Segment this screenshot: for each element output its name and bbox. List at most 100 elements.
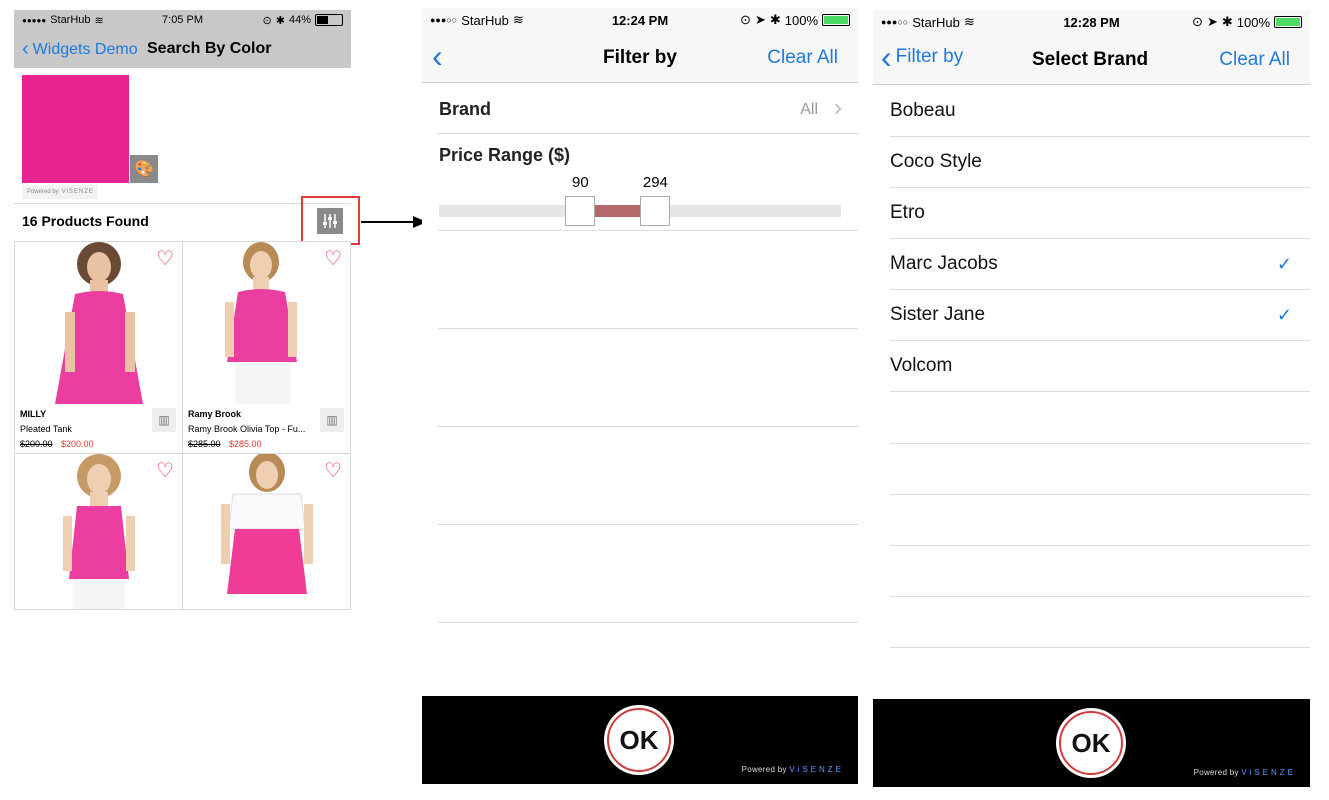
powered-brand-label: ViSENZE xyxy=(789,765,844,774)
alarm-icon: ⊙ xyxy=(1192,14,1203,29)
slider-max-thumb[interactable] xyxy=(640,196,671,226)
compare-button[interactable]: ▥ xyxy=(320,408,344,432)
ok-label: OK xyxy=(619,724,659,755)
product-card[interactable]: ♡ xyxy=(182,453,351,610)
brand-filter-row[interactable]: Brand All › xyxy=(438,84,858,134)
powered-by-badge: Powered by ViSENZE xyxy=(1194,768,1296,777)
powered-by-badge: Powered by ViSENZE xyxy=(742,765,844,774)
slider-min-thumb[interactable] xyxy=(565,196,596,226)
brand-option[interactable]: Sister Jane ✓ xyxy=(890,290,1310,341)
chevron-left-icon: ‹ xyxy=(881,39,892,75)
back-button[interactable]: ‹ Filter by xyxy=(881,39,964,75)
brand-option-label: Etro xyxy=(890,202,925,223)
product-card[interactable]: ♡ xyxy=(14,453,183,610)
signal-dots: ●●●●● xyxy=(22,15,47,25)
product-brand: MILLY xyxy=(20,409,47,419)
empty-row xyxy=(438,231,858,329)
heart-icon[interactable]: ♡ xyxy=(156,246,174,271)
results-count: 16 Products Found xyxy=(22,213,149,229)
nav-bar: ‹ Widgets Demo Search By Color xyxy=(14,30,351,68)
back-button[interactable]: ‹ Widgets Demo xyxy=(22,38,138,61)
product-card[interactable]: ♡ Ramy Brook Ramy Brook Olivia Top - Fu.… xyxy=(182,241,351,454)
alarm-icon: ⊙ xyxy=(262,14,272,27)
carrier-label: StarHub xyxy=(912,14,960,30)
arrow-right-icon xyxy=(361,216,427,228)
footer-bar: OK Powered by ViSENZE xyxy=(422,696,858,784)
brand-value: All xyxy=(800,101,818,118)
location-icon: ➤ xyxy=(754,12,766,27)
carrier-label: StarHub xyxy=(50,14,91,26)
brand-option-label: Sister Jane xyxy=(890,304,986,325)
map-icon: ▥ xyxy=(326,413,338,427)
product-name: Pleated Tank xyxy=(20,424,72,434)
empty-row xyxy=(438,427,858,525)
brand-option[interactable]: Volcom xyxy=(890,341,1310,392)
battery-percent: 100% xyxy=(784,12,818,28)
brand-option[interactable]: Coco Style xyxy=(890,137,1310,188)
ok-label: OK xyxy=(1071,727,1111,758)
powered-brand-label: ViSENZE xyxy=(1241,768,1296,777)
slider-range-fill xyxy=(595,205,641,217)
page-title: Search By Color xyxy=(147,40,272,57)
brand-option[interactable]: Bobeau xyxy=(890,86,1310,137)
page-title: Select Brand xyxy=(1032,49,1149,70)
wifi-icon: ≋ xyxy=(512,12,524,27)
brand-option[interactable]: Marc Jacobs ✓ xyxy=(890,239,1310,290)
powered-by-label: Powered by xyxy=(1193,768,1239,777)
brand-option[interactable]: Etro xyxy=(890,188,1310,239)
empty-row xyxy=(890,546,1310,597)
status-bar: ●●●●● StarHub ≋ 7:05 PM ⊙ ✱ 44% xyxy=(14,10,351,30)
nav-bar: ‹ Filter by Clear All xyxy=(422,32,858,83)
bluetooth-icon: ✱ xyxy=(769,12,781,27)
palette-icon: 🎨 xyxy=(134,161,154,178)
back-label: Filter by xyxy=(895,46,964,67)
product-old-price: $200.00 xyxy=(20,439,53,449)
clear-all-button[interactable]: Clear All xyxy=(1219,49,1290,71)
heart-icon[interactable]: ♡ xyxy=(324,246,342,271)
map-icon: ▥ xyxy=(158,413,170,427)
product-old-price: $285.00 xyxy=(188,439,221,449)
empty-row xyxy=(438,525,858,623)
product-price: $285.00 xyxy=(229,439,262,449)
clear-all-button[interactable]: Clear All xyxy=(767,47,838,69)
bluetooth-icon: ✱ xyxy=(1221,14,1233,29)
checkmark-icon: ✓ xyxy=(1276,253,1292,274)
battery-icon xyxy=(822,14,850,26)
price-range-label: Price Range ($) xyxy=(439,145,571,165)
chevron-right-icon: › xyxy=(834,94,842,121)
empty-row xyxy=(890,444,1310,495)
highlight-box xyxy=(301,196,360,245)
price-slider[interactable]: 90 294 xyxy=(439,172,841,230)
brand-option-label: Volcom xyxy=(890,355,953,376)
ok-button[interactable]: OK xyxy=(1059,711,1123,775)
battery-percent: 44% xyxy=(288,14,311,26)
compare-button[interactable]: ▥ xyxy=(152,408,176,432)
signal-dots: ●●●○○ xyxy=(430,15,458,25)
ok-button[interactable]: OK xyxy=(607,708,671,772)
product-card[interactable]: ♡ MILLY Pleated Tank $200.00 $200.00 ▥ xyxy=(14,241,183,454)
status-bar: ●●●○○ StarHub ≋ 12:24 PM ⊙ ➤ ✱ 100% xyxy=(422,8,858,32)
palette-button[interactable]: 🎨 xyxy=(130,155,158,183)
empty-row xyxy=(438,329,858,427)
chevron-left-icon: ‹ xyxy=(22,38,29,60)
battery-icon xyxy=(315,14,343,26)
footer-bar: OK Powered by ViSENZE xyxy=(873,699,1310,787)
bluetooth-icon: ✱ xyxy=(275,14,285,27)
heart-icon[interactable]: ♡ xyxy=(324,458,342,483)
brand-option-label: Bobeau xyxy=(890,100,956,121)
color-swatch xyxy=(22,75,129,183)
slider-min-label: 90 xyxy=(572,174,589,191)
powered-by-label: Powered by xyxy=(27,189,59,195)
heart-icon[interactable]: ♡ xyxy=(156,458,174,483)
wifi-icon: ≋ xyxy=(963,14,975,29)
checkmark-icon: ✓ xyxy=(1276,304,1292,325)
location-icon: ➤ xyxy=(1206,14,1218,29)
product-name: Ramy Brook Olivia Top - Fu... xyxy=(188,424,306,434)
battery-percent: 100% xyxy=(1236,14,1270,30)
slider-max-label: 294 xyxy=(642,174,668,191)
brand-option-label: Marc Jacobs xyxy=(890,253,998,274)
status-bar: ●●●○○ StarHub ≋ 12:28 PM ⊙ ➤ ✱ 100% xyxy=(873,10,1310,34)
wifi-icon: ≋ xyxy=(94,14,104,27)
empty-row xyxy=(890,597,1310,648)
alarm-icon: ⊙ xyxy=(740,12,751,27)
